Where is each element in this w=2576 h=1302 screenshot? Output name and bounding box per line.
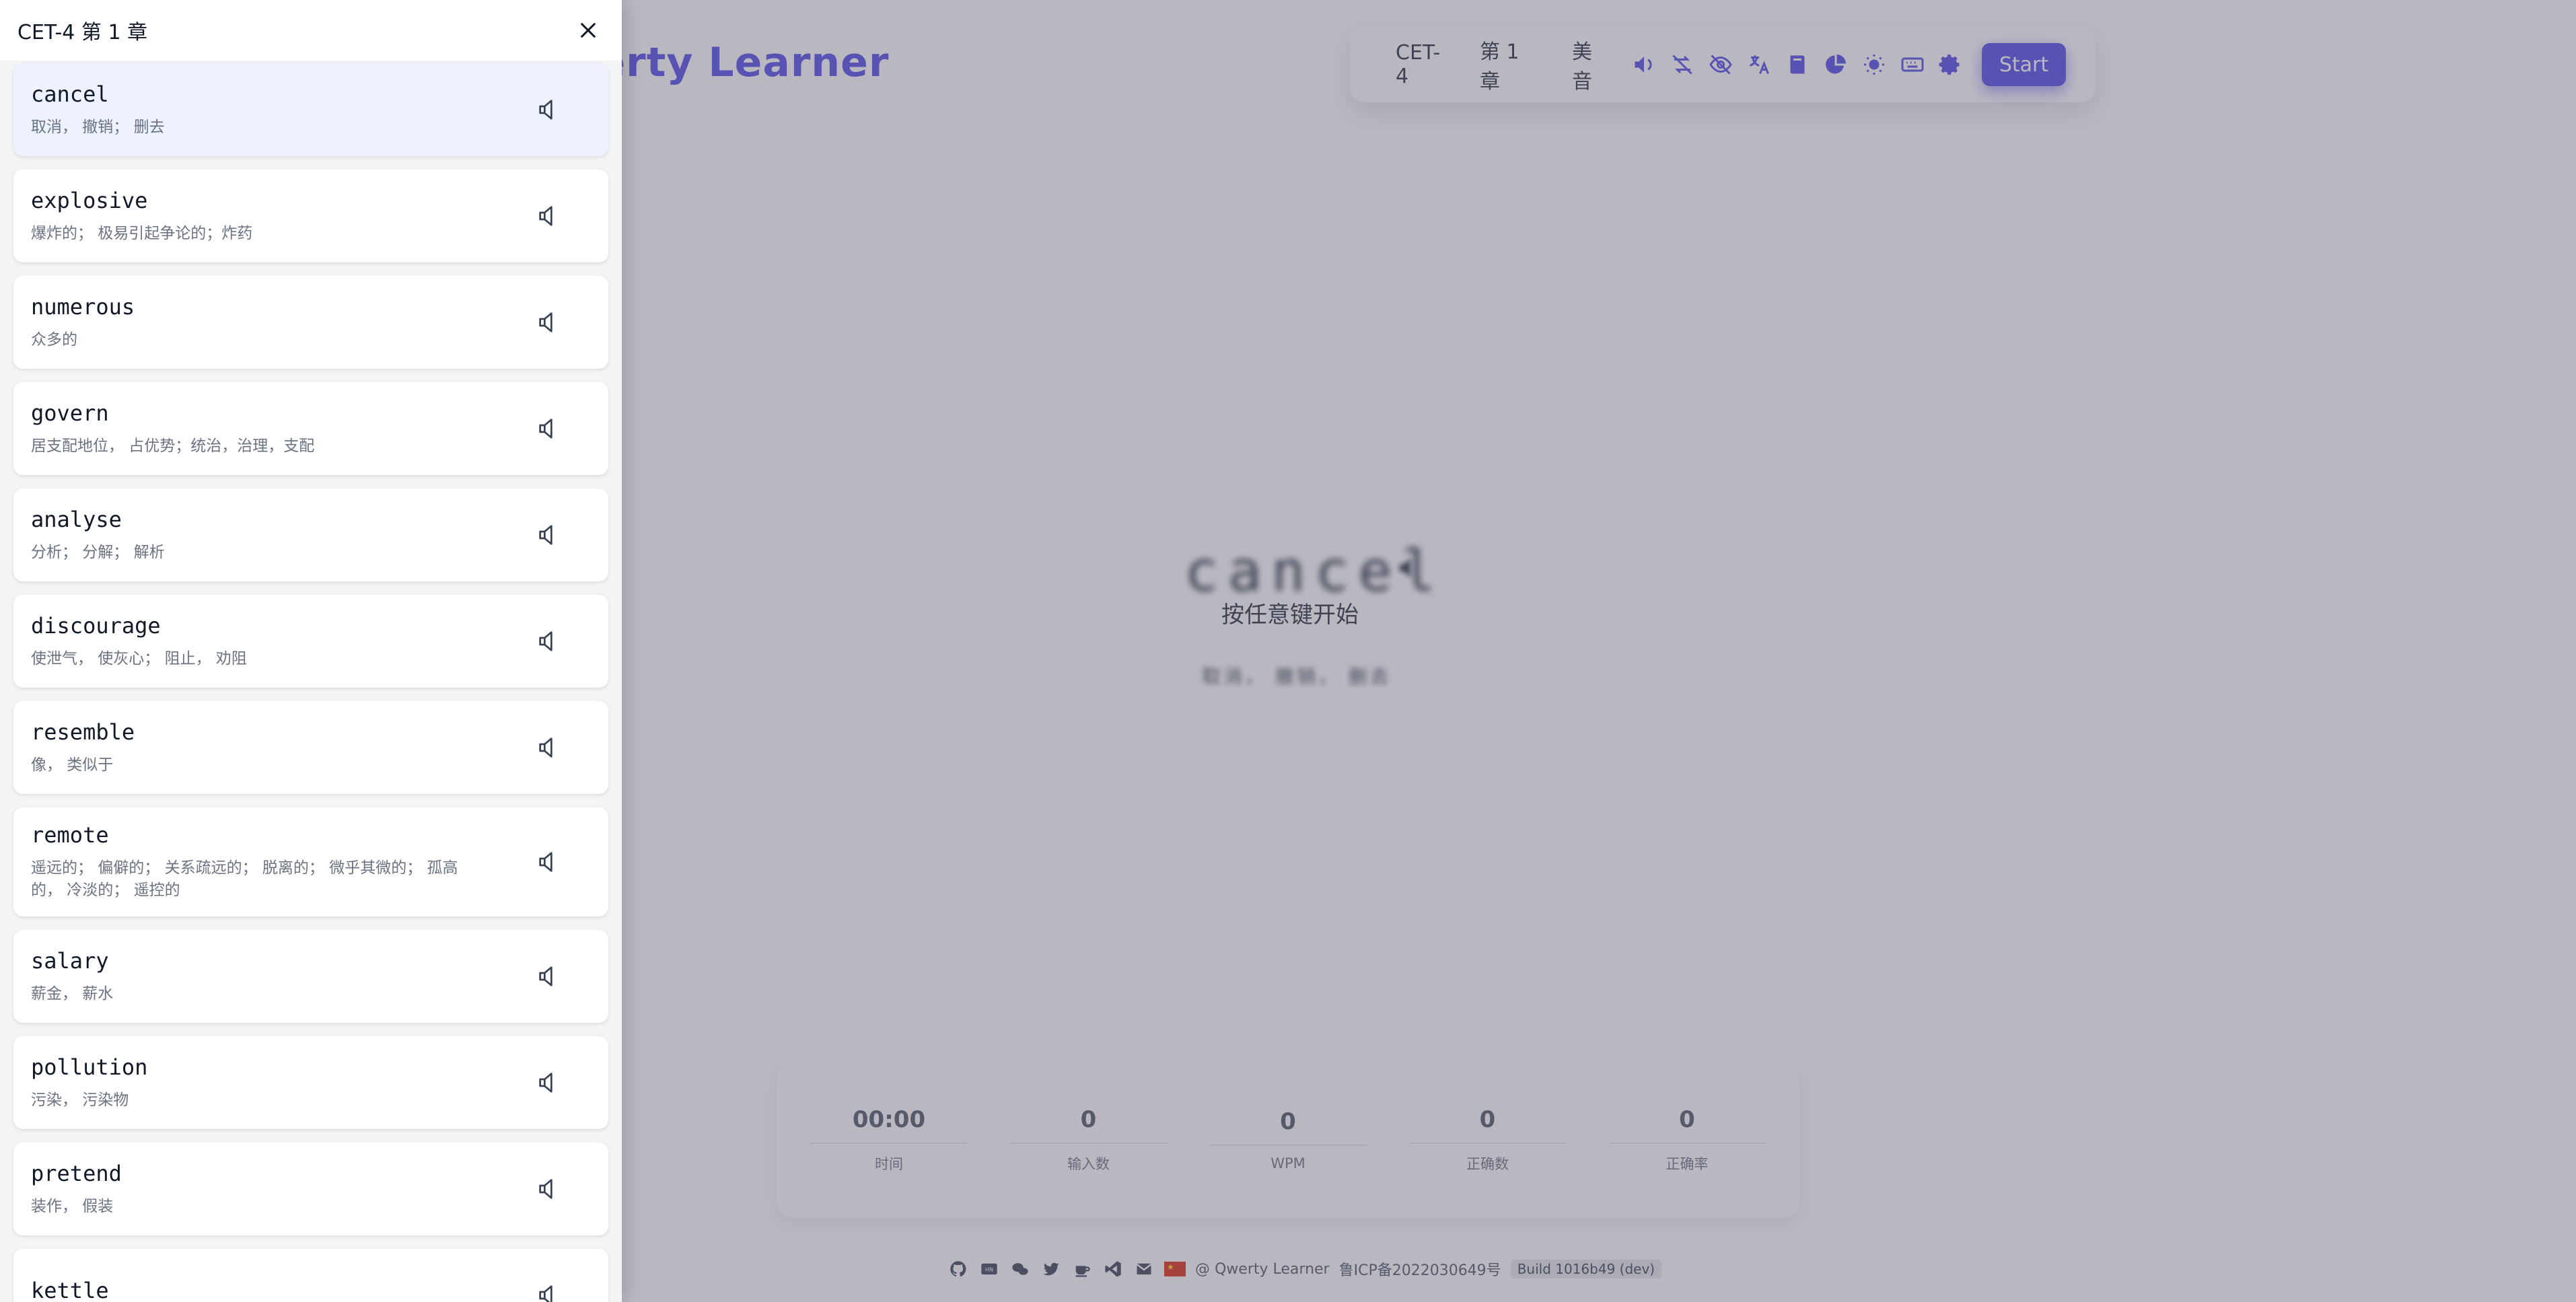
speaker-icon[interactable] — [529, 727, 569, 768]
speaker-icon[interactable] — [529, 956, 569, 997]
word-list-item[interactable]: discourage 使泄气， 使灰心； 阻止， 劝阻 — [13, 595, 608, 688]
word-item-text: resemble 像， 类似于 — [31, 719, 135, 776]
word-list-item[interactable]: explosive 爆炸的； 极易引起争论的；炸药 — [13, 170, 608, 262]
word-list-item[interactable]: pretend 装作， 假装 — [13, 1143, 608, 1235]
word-item-word: remote — [31, 822, 109, 848]
word-item-translation: 装作， 假装 — [31, 1197, 114, 1215]
speaker-icon[interactable] — [529, 842, 569, 882]
word-list-item[interactable]: resemble 像， 类似于 — [13, 701, 608, 794]
speaker-icon[interactable] — [529, 408, 569, 449]
word-item-word: salary — [31, 947, 109, 974]
speaker-icon[interactable] — [529, 302, 569, 342]
word-item-translation: 众多的 — [31, 330, 77, 349]
word-list-drawer: CET-4 第 1 章 cancel 取消， 撤销； 删去 explosive 爆炸的… — [0, 0, 622, 1302]
word-item-text: cancel 取消， 撤销； 删去 — [31, 81, 165, 139]
word-item-translation: 污染， 污染物 — [31, 1091, 129, 1109]
word-item-translation: 居支配地位， 占优势；统治，治理，支配 — [31, 437, 315, 455]
word-list-item[interactable]: govern 居支配地位， 占优势；统治，治理，支配 — [13, 382, 608, 475]
word-item-word: pretend — [31, 1160, 122, 1186]
speaker-icon[interactable] — [529, 1275, 569, 1302]
speaker-icon[interactable] — [529, 89, 569, 130]
word-item-word: cancel — [31, 81, 109, 107]
word-item-text: pretend 装作， 假装 — [31, 1161, 122, 1218]
word-item-word: pollution — [31, 1054, 148, 1080]
close-icon[interactable] — [573, 15, 603, 45]
word-item-text: pollution 污染， 污染物 — [31, 1054, 147, 1112]
word-list-item[interactable]: salary 薪金， 薪水 — [13, 930, 608, 1023]
word-item-word: explosive — [31, 187, 148, 213]
word-item-word: discourage — [31, 612, 161, 639]
word-item-translation: 爆炸的； 极易引起争论的；炸药 — [31, 224, 253, 242]
word-list-item[interactable]: kettle — [13, 1249, 608, 1302]
drawer-title: CET-4 第 1 章 — [17, 21, 148, 44]
speaker-icon[interactable] — [529, 621, 569, 661]
word-item-text: analyse 分析； 分解； 解析 — [31, 507, 165, 564]
word-item-text: salary 薪金， 薪水 — [31, 948, 113, 1005]
word-item-text: numerous 众多的 — [31, 294, 135, 351]
word-list: cancel 取消， 撤销； 删去 explosive 爆炸的； 极易引起争论的；炸药… — [0, 61, 622, 1302]
word-item-translation: 取消， 撤销； 删去 — [31, 118, 165, 136]
word-item-translation: 遥远的； 偏僻的； 关系疏远的； 脱离的； 微乎其微的； 孤高的， 冷淡的； 遥… — [31, 859, 458, 899]
word-item-text: kettle — [31, 1278, 109, 1302]
word-item-text: govern 居支配地位， 占优势；统治，治理，支配 — [31, 400, 314, 458]
word-item-text: explosive 爆炸的； 极易引起争论的；炸药 — [31, 188, 252, 245]
drawer-header: CET-4 第 1 章 — [0, 0, 622, 61]
word-list-item[interactable]: pollution 污染， 污染物 — [13, 1036, 608, 1129]
word-item-translation: 使泄气， 使灰心； 阻止， 劝阻 — [31, 649, 247, 667]
word-item-word: numerous — [31, 293, 135, 320]
speaker-icon[interactable] — [529, 1062, 569, 1103]
speaker-icon[interactable] — [529, 196, 569, 236]
speaker-icon[interactable] — [529, 1169, 569, 1209]
word-item-translation: 像， 类似于 — [31, 756, 114, 774]
word-item-translation: 分析； 分解； 解析 — [31, 543, 165, 561]
word-item-text: discourage 使泄气， 使灰心； 阻止， 劝阻 — [31, 613, 247, 670]
word-item-word: analyse — [31, 506, 122, 532]
speaker-icon[interactable] — [529, 515, 569, 555]
word-item-word: resemble — [31, 719, 135, 745]
word-item-word: kettle — [31, 1278, 109, 1302]
word-list-item[interactable]: remote 遥远的； 偏僻的； 关系疏远的； 脱离的； 微乎其微的； 孤高的， … — [13, 807, 608, 916]
word-list-item[interactable]: cancel 取消， 撤销； 删去 — [13, 63, 608, 156]
word-list-item[interactable]: analyse 分析； 分解； 解析 — [13, 489, 608, 581]
word-list-item[interactable]: numerous 众多的 — [13, 276, 608, 369]
word-item-translation: 薪金， 薪水 — [31, 984, 114, 1003]
word-item-word: govern — [31, 400, 109, 426]
word-item-text: remote 遥远的； 偏僻的； 关系疏远的； 脱离的； 微乎其微的； 孤高的， … — [31, 822, 462, 902]
